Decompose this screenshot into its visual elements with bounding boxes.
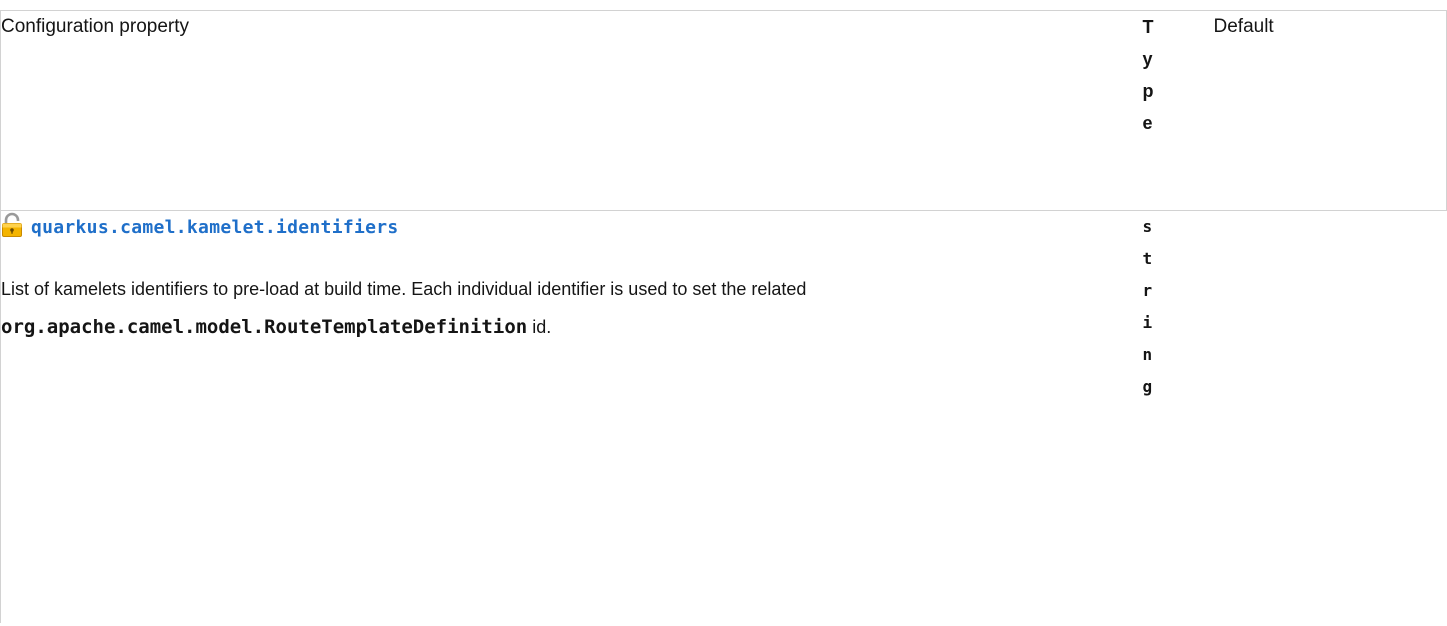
header-type: Type — [1142, 10, 1214, 211]
description-text-start: List of kamelets identifiers to pre-load… — [1, 279, 807, 299]
header-default-label: Default — [1213, 16, 1274, 37]
description-code: org.apache.camel.model.RouteTemplateDefi… — [1, 316, 528, 338]
header-default: Default — [1213, 10, 1447, 211]
table-body: quarkus.camel.kamelet.identifiers List o… — [0, 210, 1447, 623]
header-configuration-property: Configuration property — [0, 10, 1143, 211]
header-type-label: Type — [1142, 17, 1154, 133]
type-value: string — [1142, 217, 1153, 396]
property-name-link[interactable]: quarkus.camel.kamelet.identifiers — [31, 217, 399, 238]
type-cell: string — [1143, 211, 1214, 623]
default-cell — [1214, 211, 1447, 623]
header-row: Configuration property Type Default — [0, 10, 1447, 211]
property-cell: quarkus.camel.kamelet.identifiers List o… — [0, 210, 1143, 623]
table-header: Configuration property Type Default — [0, 10, 1447, 211]
property-name-line: quarkus.camel.kamelet.identifiers — [1, 211, 1143, 243]
configuration-table: Configuration property Type Default quar… — [0, 10, 1447, 623]
lock-icon — [1, 212, 23, 238]
header-configuration-property-label: Configuration property — [1, 16, 189, 37]
table-row: quarkus.camel.kamelet.identifiers List o… — [0, 210, 1447, 623]
description-text-end: id. — [527, 317, 552, 337]
property-description: List of kamelets identifiers to pre-load… — [1, 270, 1091, 346]
